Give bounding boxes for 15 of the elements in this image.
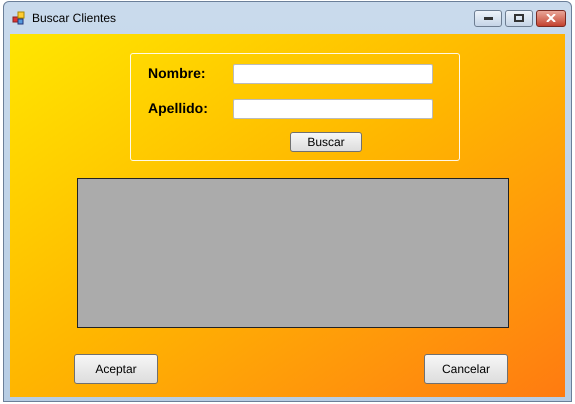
dialog-button[interactable]: Aceptar bbox=[74, 354, 158, 384]
dialog-button[interactable]: Cancelar bbox=[424, 354, 508, 384]
minimize-icon bbox=[484, 16, 492, 20]
close-button[interactable] bbox=[536, 10, 566, 26]
text-field[interactable] bbox=[233, 98, 433, 118]
text-field[interactable] bbox=[233, 64, 433, 84]
search-button[interactable]: Buscar bbox=[290, 132, 362, 152]
field-label: Apellido: bbox=[148, 99, 209, 118]
window-title: Buscar Clientes bbox=[32, 10, 116, 27]
maximize-button[interactable] bbox=[505, 10, 533, 26]
app-icon bbox=[12, 11, 26, 25]
close-icon bbox=[546, 14, 556, 22]
field-label: Nombre: bbox=[148, 64, 207, 83]
minimize-button[interactable] bbox=[474, 10, 502, 26]
maximize-icon bbox=[514, 14, 524, 22]
